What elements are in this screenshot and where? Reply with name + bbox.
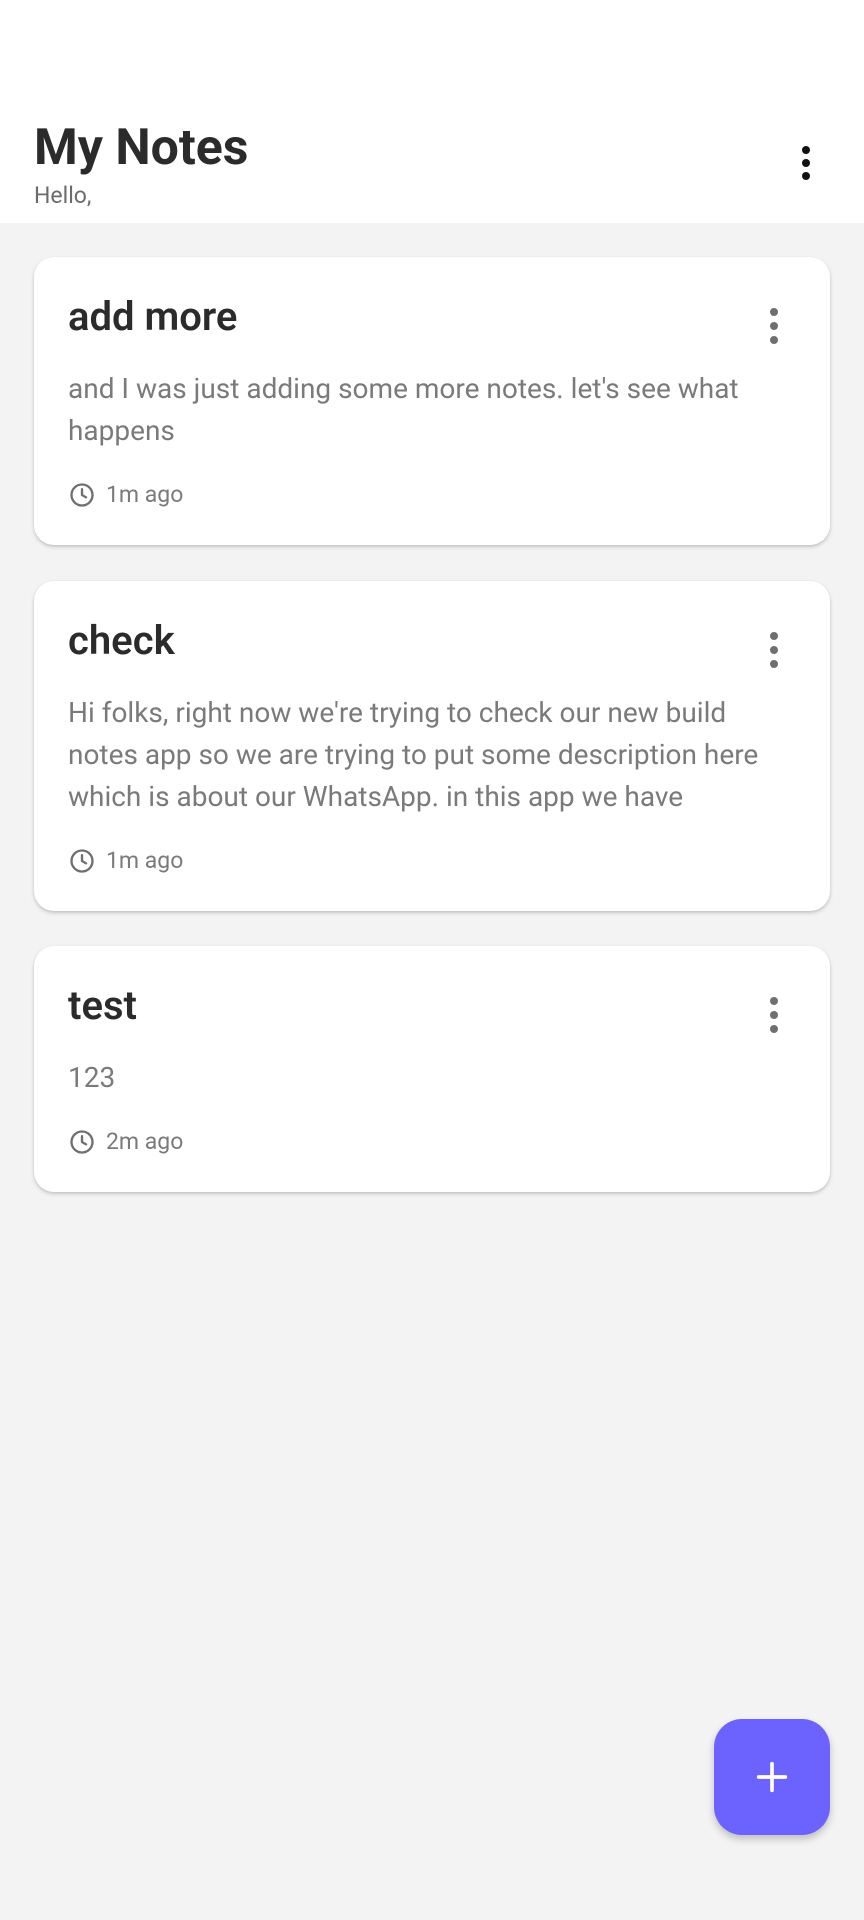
page-title: My Notes [34, 119, 249, 177]
note-time-label: 1m ago [106, 847, 184, 874]
note-time-label: 1m ago [106, 481, 184, 508]
app-header: My Notes Hello, [0, 0, 864, 223]
overflow-menu-button[interactable] [790, 140, 822, 186]
more-vertical-icon [802, 146, 810, 154]
note-card[interactable]: test 123 2m ago [34, 946, 830, 1192]
note-title: check [68, 617, 175, 664]
note-body: Hi folks, right now we're trying to chec… [68, 696, 759, 813]
more-vertical-icon-dot [770, 336, 778, 344]
plus-icon [756, 1761, 788, 1793]
note-title: test [68, 982, 137, 1029]
more-vertical-icon-dot [802, 172, 810, 180]
clock-icon [70, 483, 94, 507]
note-time-label: 2m ago [106, 1128, 184, 1155]
notes-app: My Notes Hello, add more and I was just … [0, 0, 864, 1920]
more-vertical-icon-dot [770, 660, 778, 668]
note-timestamp: 1m ago [68, 847, 183, 875]
more-vertical-icon-dot [770, 1025, 778, 1033]
more-vertical-icon [770, 997, 778, 1005]
note-timestamp: 2m ago [68, 1128, 183, 1156]
note-card[interactable]: add more and I was just adding some more… [34, 257, 830, 545]
note-body: and I was just adding some more notes. l… [68, 372, 739, 447]
greeting-text: Hello, [34, 182, 92, 209]
clock-icon [70, 849, 94, 873]
note-title: add more [68, 293, 238, 340]
more-vertical-icon-dot [802, 159, 810, 167]
note-body: 123 [68, 1061, 116, 1094]
more-vertical-icon [770, 632, 778, 640]
clock-icon [70, 1130, 94, 1154]
note-menu-button[interactable] [764, 993, 784, 1037]
note-menu-button[interactable] [764, 628, 784, 672]
note-timestamp: 1m ago [68, 481, 183, 509]
note-card[interactable]: check Hi folks, right now we're trying t… [34, 581, 830, 911]
note-menu-button[interactable] [764, 304, 784, 348]
more-vertical-icon [770, 308, 778, 316]
add-note-button[interactable] [714, 1719, 830, 1835]
more-vertical-icon-dot [770, 1011, 778, 1019]
more-vertical-icon-dot [770, 322, 778, 330]
more-vertical-icon-dot [770, 646, 778, 654]
